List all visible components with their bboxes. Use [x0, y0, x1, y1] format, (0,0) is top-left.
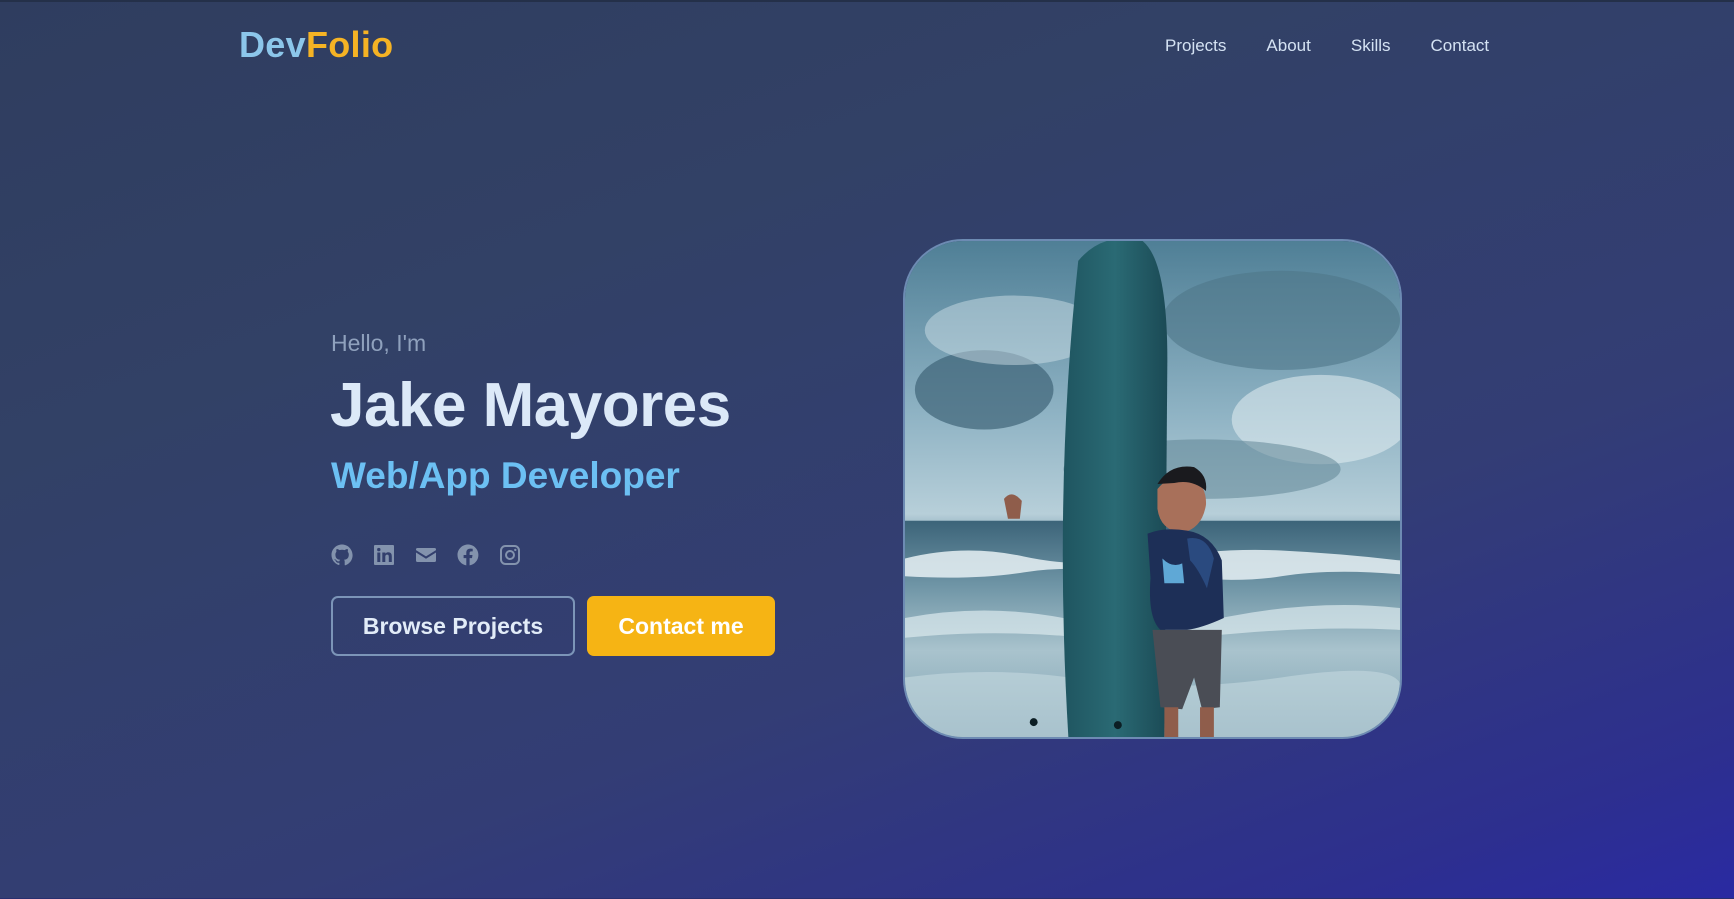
contact-me-button[interactable]: Contact me	[587, 596, 775, 656]
hero-greeting: Hello, I'm	[331, 330, 427, 356]
logo-folio: Folio	[305, 24, 394, 65]
nav-skills[interactable]: Skills	[1351, 36, 1391, 56]
instagram-icon[interactable]	[498, 543, 522, 567]
logo[interactable]: DevFolio	[239, 24, 393, 66]
browse-projects-button[interactable]: Browse Projects	[331, 596, 575, 656]
github-icon[interactable]	[330, 543, 354, 567]
hero-name: Jake Mayores	[330, 371, 731, 440]
profile-photo-image	[905, 241, 1400, 737]
profile-photo	[903, 239, 1402, 739]
linkedin-icon[interactable]	[372, 543, 396, 567]
facebook-icon[interactable]	[456, 543, 480, 567]
nav-links: Projects About Skills Contact	[1165, 36, 1489, 56]
nav-contact[interactable]: Contact	[1431, 36, 1490, 56]
logo-dev: Dev	[239, 24, 306, 65]
nav-about[interactable]: About	[1266, 36, 1310, 56]
hero-role: Web/App Developer	[331, 455, 680, 496]
email-icon[interactable]	[414, 543, 438, 567]
nav-projects[interactable]: Projects	[1165, 36, 1226, 56]
social-links	[330, 543, 540, 567]
navbar: DevFolio Projects About Skills Contact	[0, 0, 1734, 92]
